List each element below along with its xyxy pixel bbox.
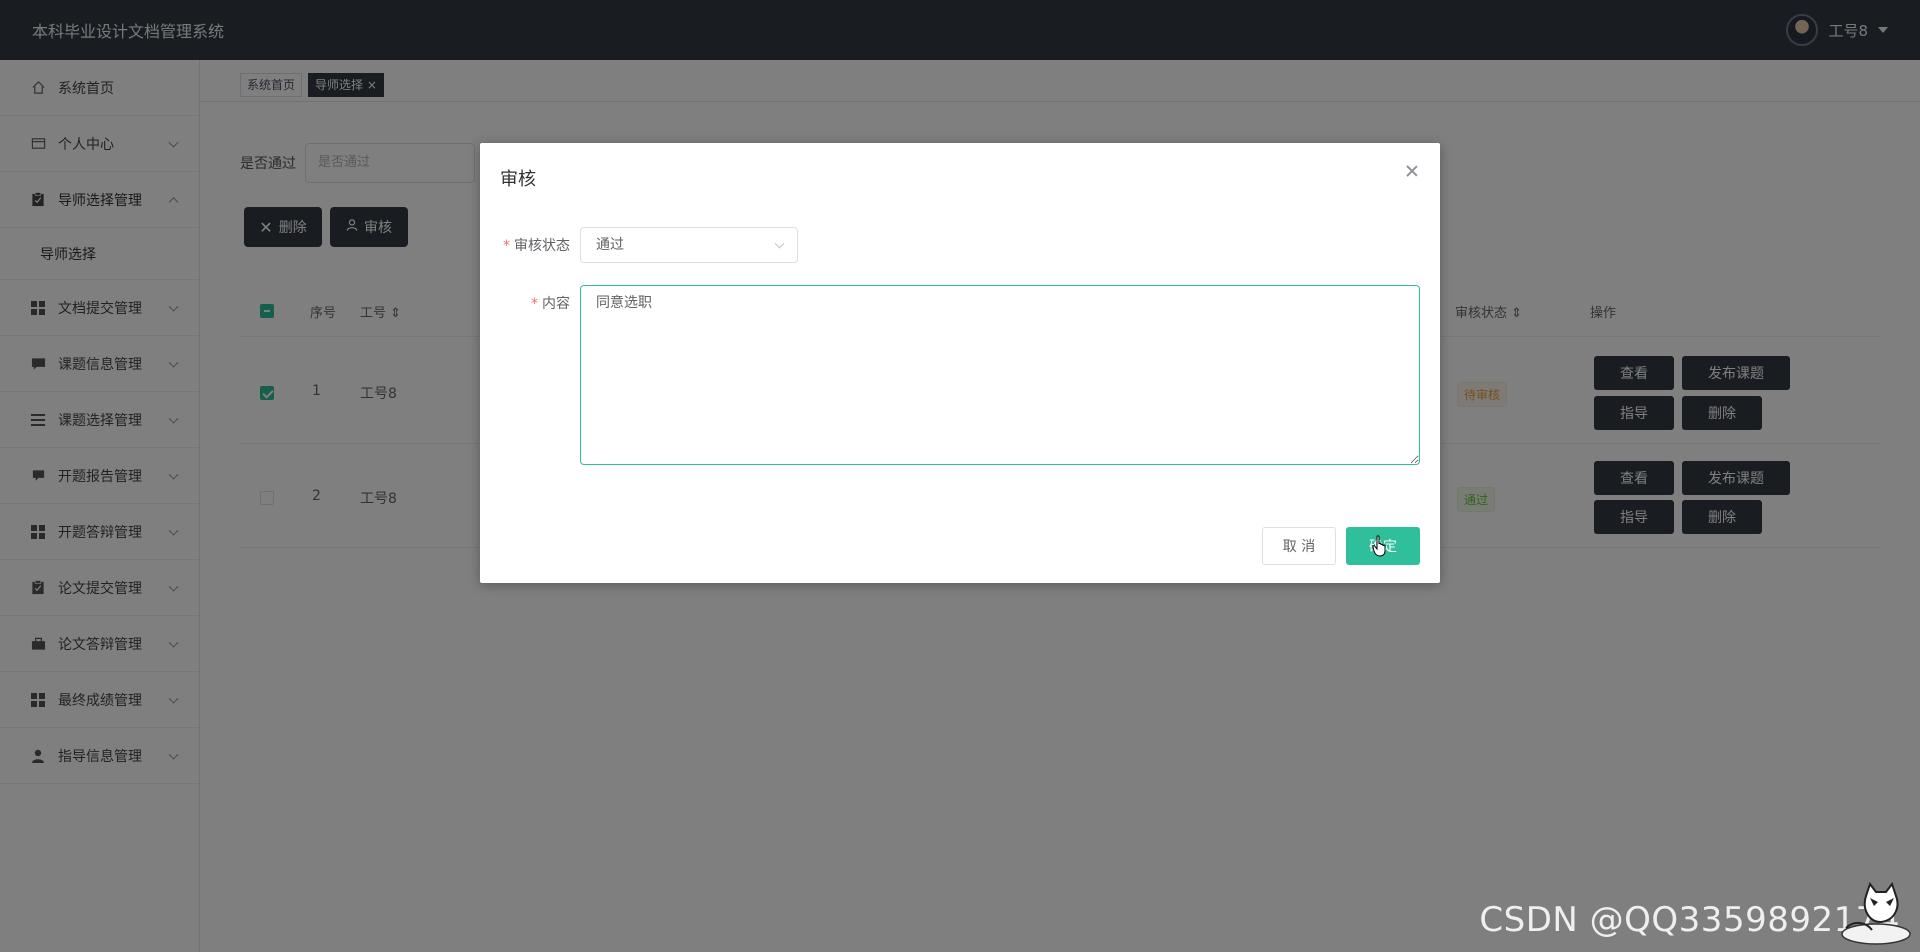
cancel-button[interactable]: 取 消 <box>1262 527 1336 565</box>
content-label-text: 内容 <box>542 296 570 312</box>
chevron-down-icon <box>774 238 785 249</box>
review-status-select[interactable]: 通过 <box>580 227 798 263</box>
cat-sticker-icon <box>1841 881 1911 945</box>
review-dialog: 审核 *审核状态 通过 *内容 同意选职 取 消 确定 <box>480 143 1440 583</box>
close-icon[interactable] <box>1404 163 1420 179</box>
review-status-value: 通过 <box>596 237 624 253</box>
required-mark: * <box>531 296 538 312</box>
status-field-label: * 审核状态 <box>500 235 570 255</box>
required-mark: * <box>503 238 510 254</box>
content-textarea[interactable]: 同意选职 <box>580 285 1420 465</box>
hand-cursor-icon <box>1372 535 1386 557</box>
status-label-text: 审核状态 <box>514 238 570 254</box>
content-field-label: * 内容 <box>500 293 570 313</box>
dialog-title: 审核 <box>500 169 536 190</box>
